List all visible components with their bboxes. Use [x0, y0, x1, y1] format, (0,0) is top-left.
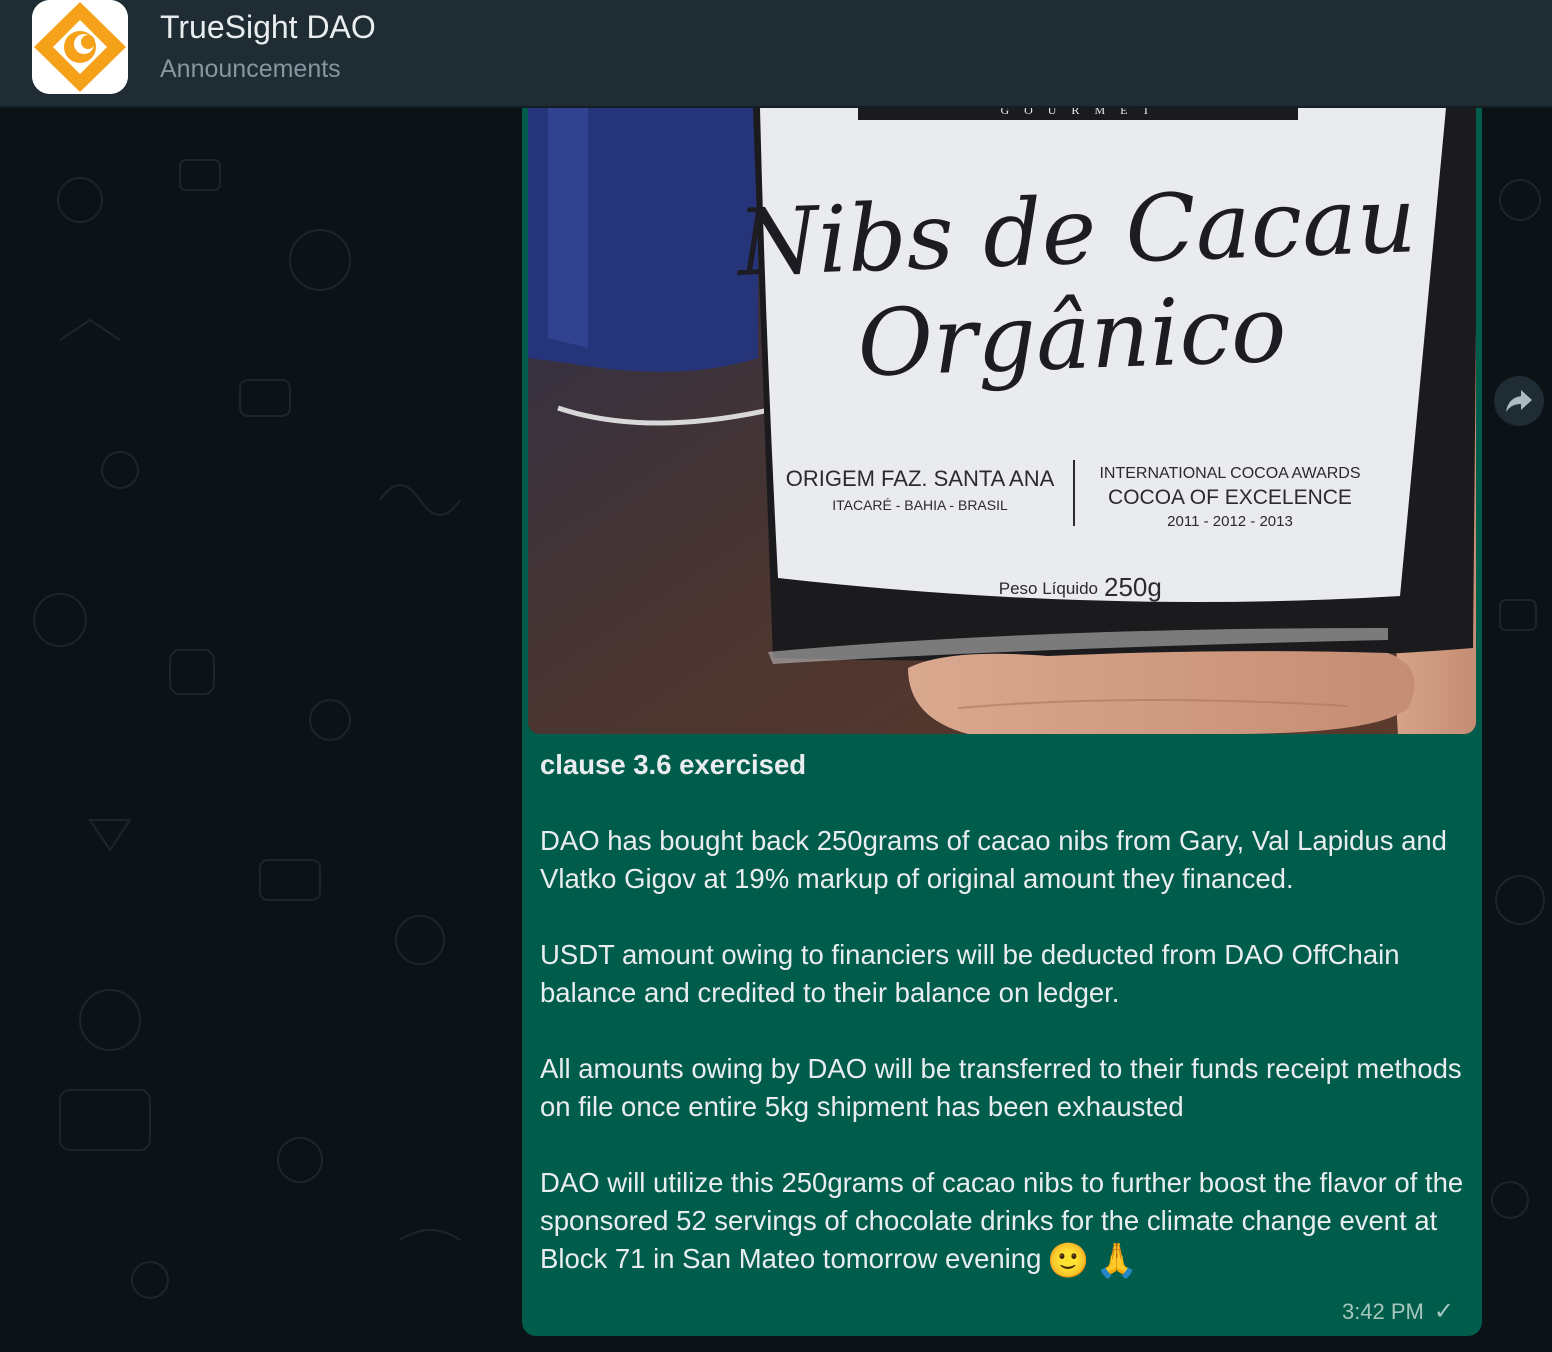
- forward-arrow-icon: [1506, 390, 1532, 412]
- chat-window: TrueSight DAO Announcements G O U R M E …: [0, 0, 1552, 1352]
- caption-title: clause 3.6 exercised: [540, 749, 807, 780]
- photo-title-line2: Orgânico: [856, 276, 1288, 398]
- cacao-package-photo: G O U R M E T Nibs de Cacau Orgânico ORI…: [528, 108, 1476, 734]
- photo-award-line2: COCOA OF EXCELENCE: [1108, 486, 1352, 509]
- photo-location: ITACARÉ - BAHIA - BRASIL: [832, 497, 1008, 513]
- check-icon: ✓: [1433, 1298, 1454, 1325]
- chat-title[interactable]: TrueSight DAO: [160, 8, 376, 46]
- message-bubble[interactable]: G O U R M E T Nibs de Cacau Orgânico ORI…: [522, 96, 1482, 1336]
- message-caption: clause 3.6 exercised DAO has bought back…: [540, 746, 1470, 1278]
- chat-subtitle: Announcements: [160, 55, 341, 83]
- photo-weight-label: Peso Líquido: [999, 579, 1098, 598]
- caption-paragraph-3: All amounts owing by DAO will be transfe…: [540, 1053, 1462, 1122]
- caption-paragraph-1: DAO has bought back 250grams of cacao ni…: [540, 825, 1447, 894]
- caption-paragraph-2: USDT amount owing to financiers will be …: [540, 939, 1400, 1008]
- message-photo[interactable]: G O U R M E T Nibs de Cacau Orgânico ORI…: [528, 108, 1476, 734]
- message-meta: 3:42 PM ✓: [1342, 1298, 1454, 1326]
- channel-avatar[interactable]: [32, 0, 128, 94]
- forward-button[interactable]: [1494, 376, 1544, 426]
- caption-paragraph-4: DAO will utilize this 250grams of cacao …: [540, 1164, 1470, 1278]
- photo-weight-value: 250g: [1104, 572, 1162, 602]
- message-time: 3:42 PM: [1341, 1299, 1424, 1324]
- photo-award-line1: INTERNATIONAL COCOA AWARDS: [1099, 465, 1360, 482]
- caption-paragraph-4-text: DAO will utilize this 250grams of cacao …: [540, 1167, 1464, 1274]
- truesight-logo-icon: [32, 0, 128, 94]
- photo-award-years: 2011 - 2012 - 2013: [1167, 513, 1293, 530]
- photo-origin: ORIGEM FAZ. SANTA ANA: [786, 466, 1055, 491]
- pray-emoji: 🙏: [1095, 1242, 1139, 1280]
- photo-top-label: G O U R M E T: [1000, 108, 1155, 117]
- smile-emoji: 🙂: [1047, 1242, 1090, 1280]
- chat-header[interactable]: TrueSight DAO Announcements: [0, 0, 1552, 108]
